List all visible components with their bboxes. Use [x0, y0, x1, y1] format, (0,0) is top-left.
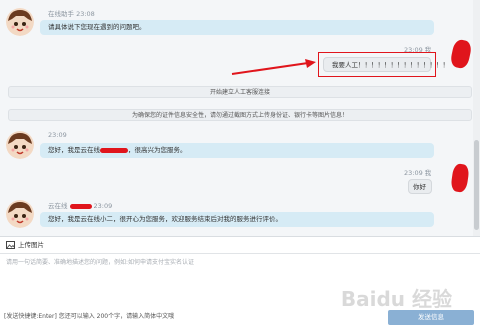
annotation-redaction — [449, 38, 473, 70]
chat-scrollbar[interactable] — [473, 0, 480, 236]
message-bubble: 您好，我是云在线 ，很高兴为您服务。 — [40, 143, 434, 158]
system-notice: 为确保您的证件信息安全性，请勿通过截图方式上传身份证、银行卡等图片信息！ — [8, 109, 472, 121]
message-meta: 在线助手 23:08 — [48, 10, 95, 18]
redaction-mark — [100, 147, 128, 153]
send-button[interactable]: 发送信息 — [388, 310, 474, 325]
scrollbar-thumb[interactable] — [474, 140, 479, 230]
annotation-arrow — [231, 59, 316, 75]
character-count-hint: [发送快捷键:Enter] 您还可以输入 200个字，请输入简体中文哦 — [4, 313, 175, 320]
message-meta: 云在线 23:09 — [48, 202, 113, 210]
baidu-watermark: Baidu 经验 — [340, 287, 452, 311]
input-placeholder: 请用一句话简要、准确地描述您的问题，例如:如何申请支付宝实名认证 — [6, 259, 195, 266]
message-bubble: 您好，我是云在线小二，很开心为您服务，欢迎服务结束后对我的服务进行评价。 — [40, 212, 434, 227]
upload-image-button[interactable]: 上传图片 — [18, 237, 44, 253]
message-list: 在线助手 23:08 请具体说下您现在遇到的问题吧。 23:09 我 我要人工！… — [0, 0, 480, 236]
agent-avatar — [6, 131, 34, 159]
redaction-mark — [69, 203, 92, 209]
annotation-highlight-box — [318, 52, 436, 77]
system-notice: 开始建立人工客服连接 — [8, 86, 472, 98]
agent-avatar — [6, 200, 34, 228]
image-icon[interactable] — [6, 241, 15, 249]
agent-avatar — [6, 8, 34, 36]
chat-window: 在线助手 23:08 请具体说下您现在遇到的问题吧。 23:09 我 我要人工！… — [0, 0, 480, 328]
message-meta: 23:09 — [48, 131, 67, 139]
message-bubble-user: 你好 — [408, 179, 432, 194]
message-bubble: 请具体说下您现在遇到的问题吧。 — [40, 20, 434, 35]
message-meta: 23:09 我 — [404, 169, 432, 177]
upload-toolbar: 上传图片 — [0, 236, 480, 252]
annotation-redaction — [450, 163, 470, 193]
